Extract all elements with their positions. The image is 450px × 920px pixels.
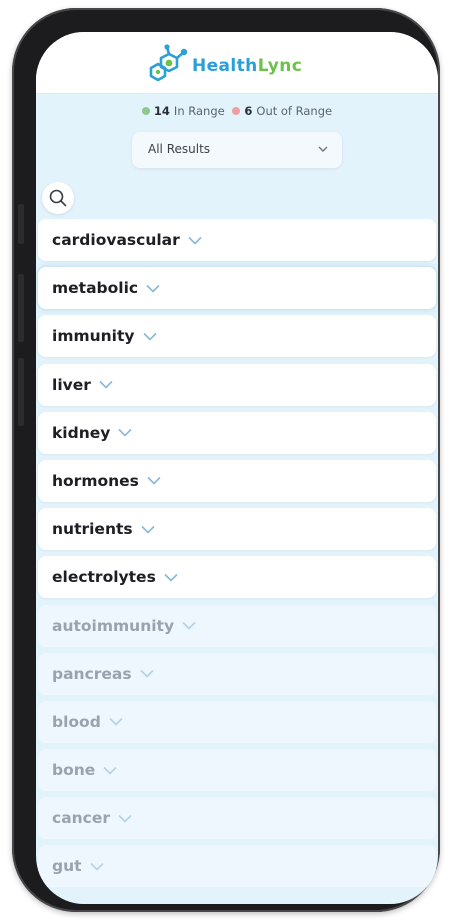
chevron-down-icon: [89, 862, 104, 871]
category-metabolic[interactable]: metabolic: [38, 267, 436, 310]
category-label: hormones: [52, 471, 139, 490]
chevron-down-icon: [118, 814, 132, 823]
category-pancreas[interactable]: pancreas: [38, 652, 436, 695]
in-range-count: 14: [153, 104, 170, 118]
chevron-down-icon: [188, 236, 202, 245]
app-header: HealthLync: [36, 32, 438, 94]
healthlync-logo-icon: [149, 44, 188, 82]
chevron-down-icon: [109, 718, 123, 727]
chevron-down-icon: [140, 670, 154, 678]
chevron-down-icon: [99, 380, 113, 389]
category-list: cardiovascular metabolic immunity liver …: [38, 219, 436, 894]
search-icon: [49, 189, 67, 207]
chevron-down-icon: [142, 332, 157, 341]
app-screen: HealthLync 14 In Range 6 Out of Range All …: [36, 32, 438, 904]
brand-name-part2: Lync: [257, 56, 303, 76]
chevron-down-icon: [318, 146, 328, 152]
category-autoimmunity[interactable]: autoimmunity: [38, 604, 436, 647]
category-hormones[interactable]: hormones: [38, 459, 436, 502]
category-kidney[interactable]: kidney: [38, 411, 436, 454]
category-label: gut: [52, 857, 82, 876]
results-filter-dropdown[interactable]: All Results: [132, 132, 342, 168]
volume-up-button: [18, 274, 24, 342]
category-immunity[interactable]: immunity: [38, 315, 436, 358]
category-label: electrolytes: [52, 568, 156, 587]
volume-down-button: [18, 358, 24, 426]
brand-name: HealthLync: [192, 56, 302, 76]
category-bone[interactable]: bone: [38, 749, 436, 792]
search-button[interactable]: [42, 182, 74, 214]
category-label: nutrients: [52, 520, 133, 539]
category-label: cancer: [52, 809, 111, 828]
category-label: pancreas: [52, 664, 132, 683]
results-filter-value: All Results: [148, 142, 211, 156]
phone-frame: HealthLync 14 In Range 6 Out of Range All …: [12, 8, 440, 912]
chevron-down-icon: [146, 284, 160, 293]
category-electrolytes[interactable]: electrolytes: [38, 556, 436, 599]
in-range-label: In Range: [173, 104, 225, 118]
category-cancer[interactable]: cancer: [38, 797, 436, 840]
chevron-down-icon: [164, 573, 178, 582]
category-label: metabolic: [52, 279, 139, 298]
chevron-down-icon: [182, 621, 196, 630]
category-label: immunity: [52, 327, 135, 346]
category-label: liver: [52, 375, 91, 394]
category-label: cardiovascular: [52, 231, 180, 249]
chevron-down-icon: [147, 477, 161, 486]
category-label: blood: [52, 712, 101, 731]
out-of-range-dot-icon: [232, 107, 241, 115]
brand-name-part1: Health: [192, 56, 258, 76]
category-label: bone: [52, 761, 96, 780]
category-label: autoimmunity: [52, 616, 175, 635]
in-range-dot-icon: [141, 107, 150, 115]
out-of-range-label: Out of Range: [256, 104, 333, 118]
range-summary: 14 In Range 6 Out of Range: [36, 104, 438, 118]
chevron-down-icon: [118, 429, 132, 437]
category-nutrients[interactable]: nutrients: [38, 508, 436, 551]
chevron-down-icon: [141, 525, 155, 534]
category-cardiovascular[interactable]: cardiovascular: [38, 219, 436, 261]
out-of-range-count: 6: [244, 104, 253, 118]
category-label: kidney: [52, 423, 111, 442]
category-blood[interactable]: blood: [38, 700, 436, 743]
category-liver[interactable]: liver: [38, 363, 436, 406]
mute-switch: [18, 204, 24, 244]
chevron-down-icon: [103, 766, 117, 775]
category-gut[interactable]: gut: [38, 845, 436, 888]
